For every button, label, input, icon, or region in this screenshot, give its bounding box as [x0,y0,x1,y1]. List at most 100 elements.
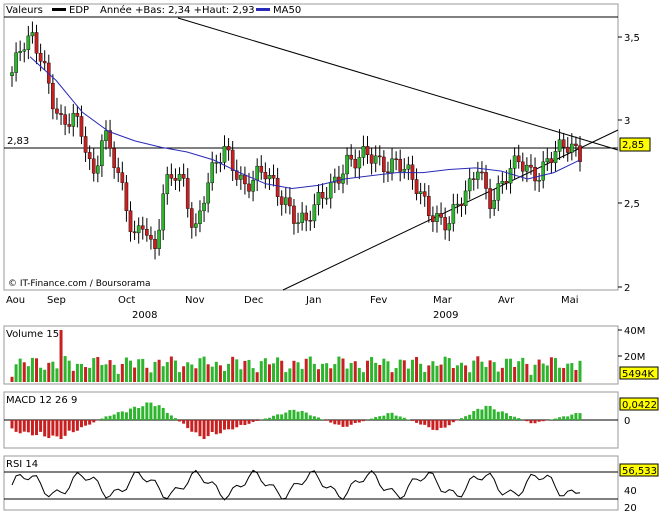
volume-bar [566,363,570,382]
macd-bar [137,408,141,420]
chart-stage: Valeurs EDP Année +Bas: 2,34 +Haut: 2,93… [0,0,670,513]
macd-bar [39,420,43,432]
volume-bar [137,359,141,382]
volume-bar [71,370,75,382]
candle-body [504,181,509,184]
candle-body [206,182,210,204]
candle-body [570,143,574,153]
volume-bar [141,358,145,382]
volume-bar [545,365,549,382]
volume-bar [43,369,47,382]
candle-body [508,168,513,184]
macd-bar [537,420,541,422]
macd-bar [104,416,108,420]
volume-tick-label: 40M [624,326,645,337]
legend-ma: MA50 [273,5,301,16]
volume-bar [190,364,194,382]
macd-bar [517,418,521,420]
month-label: Dec [244,295,263,306]
macd-bar [84,420,88,426]
volume-bar [276,357,280,382]
macd-bar [194,420,198,433]
macd-bar [398,416,402,420]
volume-bar [280,360,284,382]
volume-bar [263,358,267,382]
macd-bar [280,414,284,420]
volume-bar [255,372,259,382]
macd-bar [26,420,30,433]
candle-body [181,174,186,179]
candle-body [55,108,59,114]
volume-bar [558,367,562,382]
volume-bar [427,365,431,382]
volume-bar [173,360,177,382]
candle-body [390,158,394,173]
macd-bar [133,406,137,420]
macd-bar [468,414,472,420]
candle-body [10,72,14,76]
volume-bar [169,356,173,382]
macd-bar [210,420,214,432]
month-label: Mai [561,295,579,306]
macd-bar [59,420,63,440]
candle-body [42,61,47,64]
candle-body [173,178,178,181]
candle-body [145,229,149,236]
macd-bar [75,420,79,431]
price-candles [10,21,582,260]
month-label: Nov [185,295,205,306]
macd-bar [55,420,59,437]
candle-body [210,162,215,184]
candle-body [112,148,116,168]
macd-bar [427,420,431,428]
volume-bar [47,362,51,382]
candle-body [406,164,411,170]
candle-body [185,178,190,209]
macd-bar [566,416,570,420]
macd-bar [108,415,112,420]
volume-bar [472,360,476,382]
candle-body [537,180,541,182]
macd-bar [509,416,513,420]
candle-body [226,146,231,151]
macd-badge: 0,0422 [622,400,657,411]
candle-body [165,174,170,195]
candle-body [492,200,496,209]
price-tick-label: 2,5 [624,199,640,210]
volume-bar [133,367,137,382]
volume-title: Volume 15 [6,329,59,340]
macd-bar [415,420,419,423]
volume-bar [39,367,43,382]
candle-body [533,167,537,182]
macd-bar [227,420,231,430]
candle-body [382,156,386,172]
macd-bar [300,410,304,420]
volume-bar [464,365,468,382]
macd-bar [349,420,353,425]
candle-body [83,136,88,153]
volume-bar [292,360,296,382]
macd-tick-label: 0 [624,416,630,427]
volume-bar [378,364,382,382]
candle-body [431,215,435,222]
month-label: Oct [118,295,135,306]
candle-body [169,174,174,179]
macd-bars [10,402,582,440]
volume-bar [402,360,406,382]
volume-bar [496,371,500,382]
volume-bar [553,358,557,382]
macd-bar [513,416,517,420]
stock-chart: Valeurs EDP Année +Bas: 2,34 +Haut: 2,93… [3,3,659,513]
volume-bar [300,368,304,382]
macd-bar [231,420,235,430]
macd-bar [443,420,447,428]
legend-symbol: EDP [69,5,89,16]
volume-bar [357,367,361,382]
volume-bar [382,358,386,382]
macd-bar [63,420,67,436]
candle-body [247,183,251,192]
macd-bar [549,419,553,420]
candle-body [443,217,447,231]
macd-bar [292,409,296,420]
candle-body [549,158,554,163]
